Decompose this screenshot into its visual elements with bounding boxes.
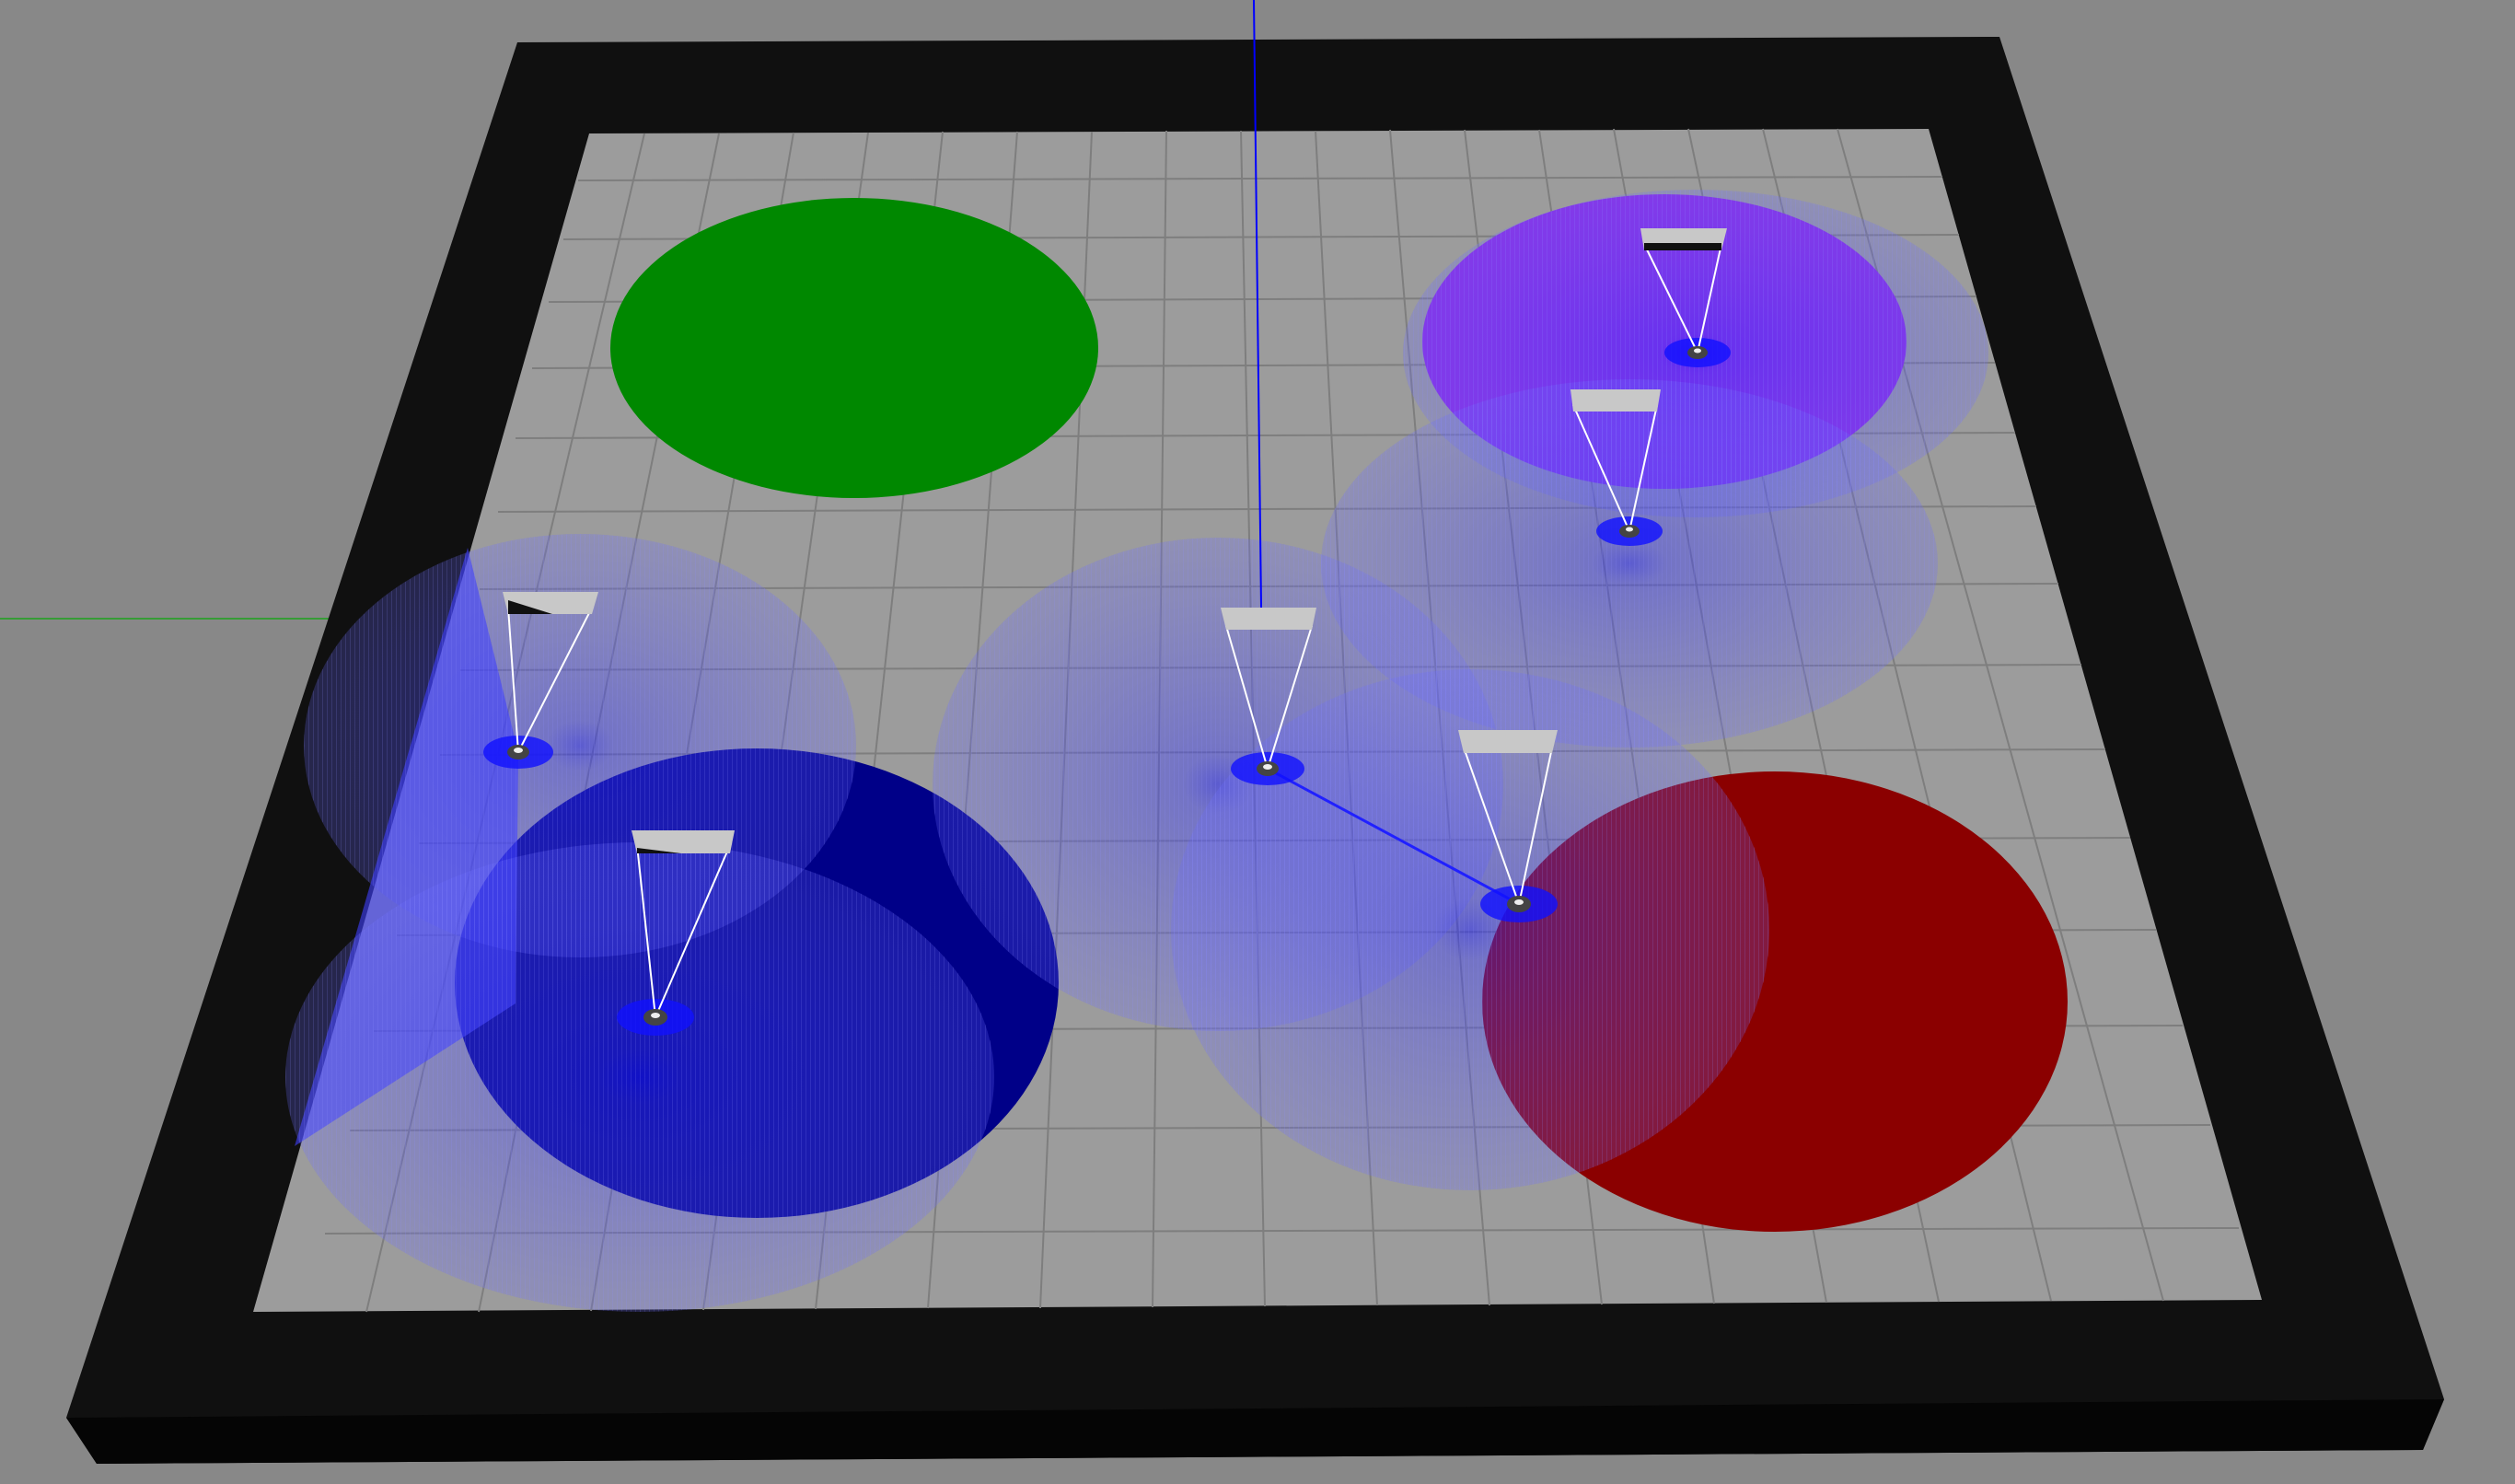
robot-bottom-left[interactable] [643,1009,667,1026]
robot-center[interactable] [1257,761,1279,776]
green-zone [610,198,1098,498]
robot-left[interactable] [507,745,529,759]
robot-top-right[interactable] [1687,346,1708,359]
camera-panel-center-right [1458,730,1558,753]
camera-panel-center [1221,608,1316,630]
simulation-viewport[interactable] [0,0,2515,1484]
camera-panel-right-middle [1570,389,1661,412]
sensor-rays-bottom-left [285,842,994,1312]
robot-right-middle[interactable] [1619,525,1640,538]
robot-center-right[interactable] [1507,896,1531,912]
